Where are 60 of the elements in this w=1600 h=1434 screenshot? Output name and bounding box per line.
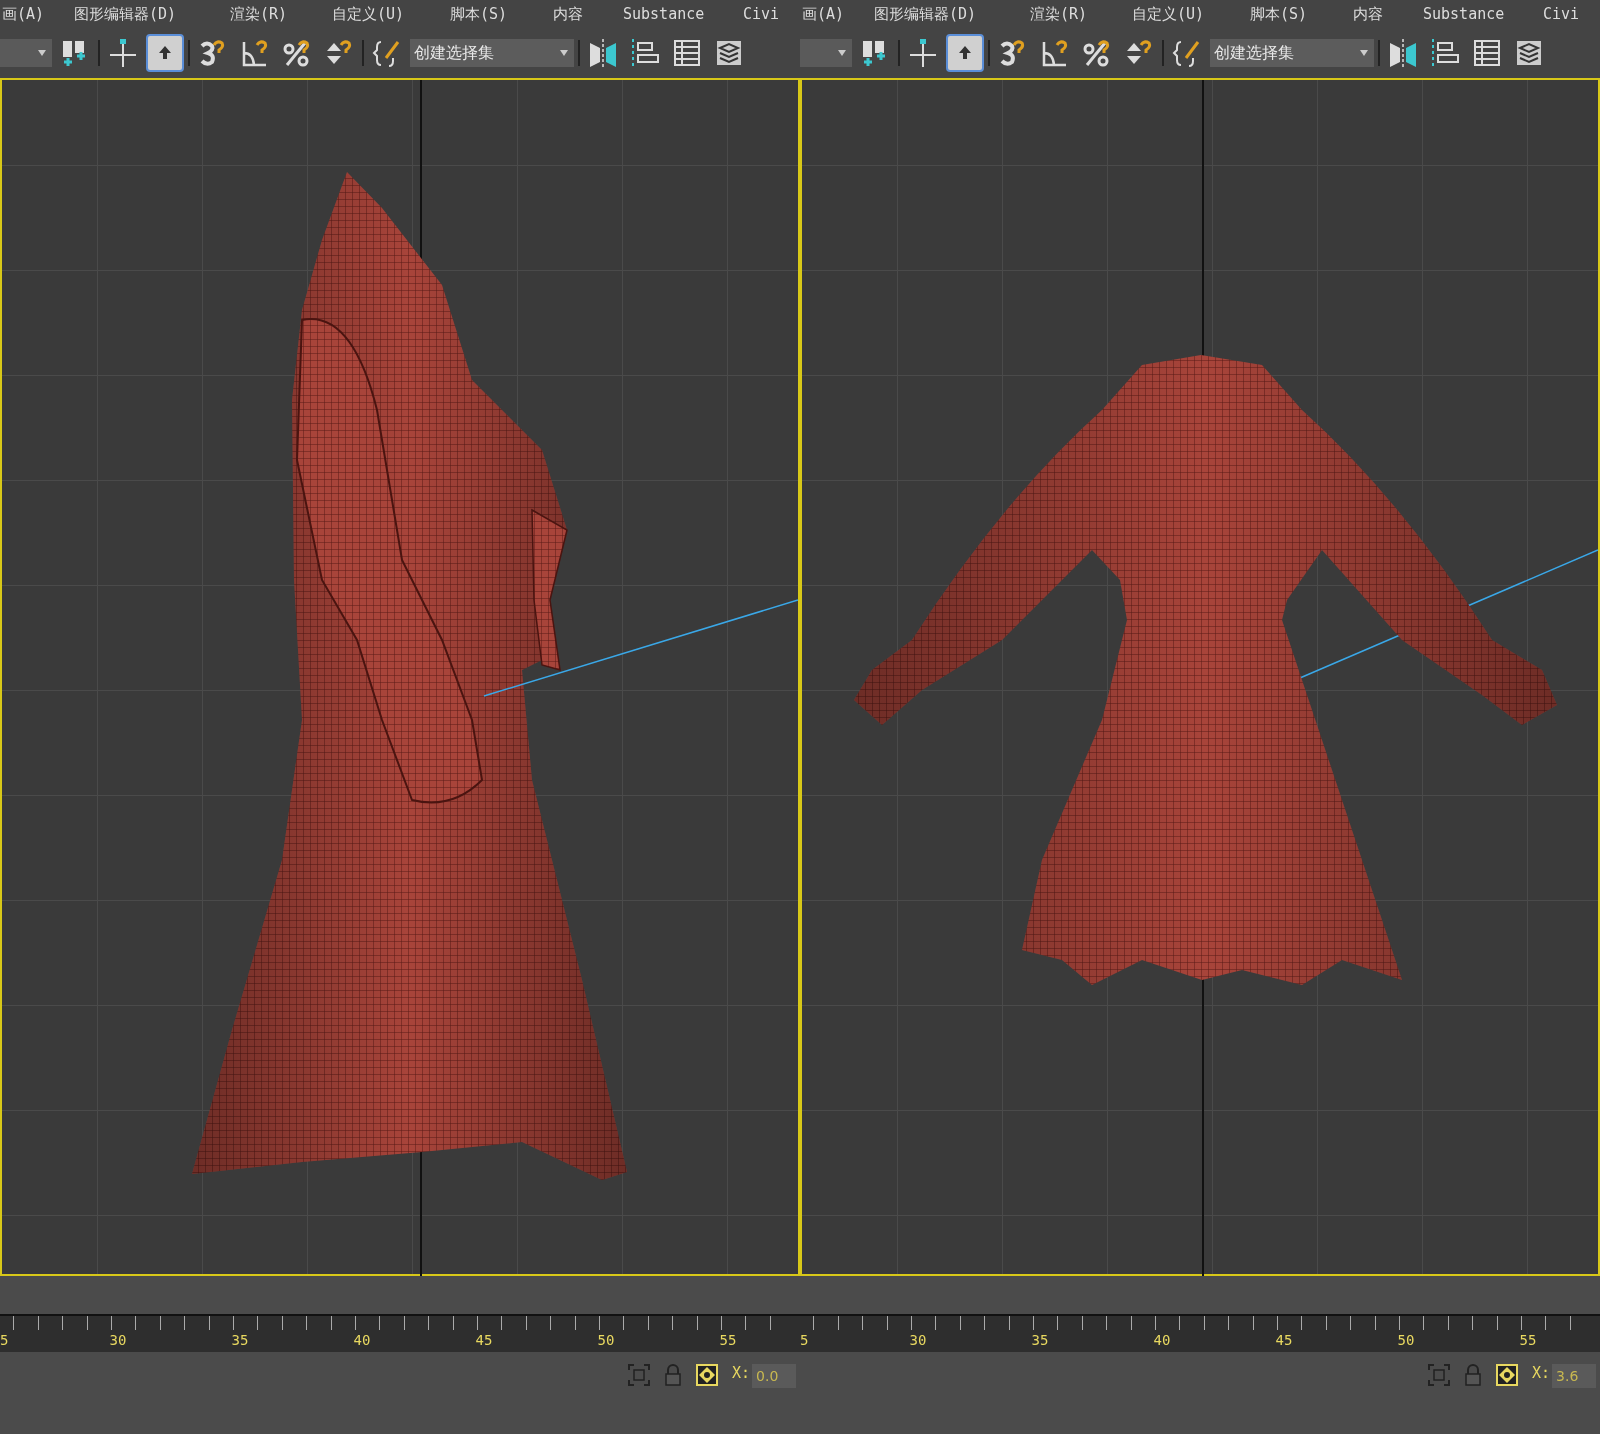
menu-item[interactable]: 内容 — [551, 4, 621, 24]
selection-set-dropdown[interactable]: 创建选择集 — [410, 39, 574, 67]
frame-number: 40 — [352, 1332, 372, 1348]
caret-icon — [1360, 50, 1368, 56]
caret-icon — [560, 50, 568, 56]
absolute-mode-icon[interactable] — [1496, 1364, 1518, 1386]
frame-number: 40 — [1152, 1332, 1172, 1348]
menu-item[interactable]: 渲染(R) — [1028, 4, 1130, 24]
table-icon — [672, 38, 702, 68]
menu-item[interactable]: Substance — [1421, 5, 1541, 23]
toolbar-button[interactable] — [946, 34, 984, 72]
frame-number: 5 — [0, 1332, 10, 1348]
menu-item[interactable]: Substance — [621, 5, 741, 23]
selection-set-text: 创建选择集 — [414, 42, 494, 64]
menu-item[interactable]: 内容 — [1351, 4, 1421, 24]
frame-number: 35 — [230, 1332, 250, 1348]
timeline-ruler[interactable]: 5 30 35 40 45 50 55 — [800, 1314, 1600, 1352]
move-icon — [907, 37, 939, 69]
mirror-icon — [587, 37, 619, 69]
selection-set-text: 创建选择集 — [1214, 42, 1294, 64]
menu-item[interactable]: 渲染(R) — [228, 4, 330, 24]
menu-item[interactable]: 自定义(U) — [1130, 4, 1248, 24]
menu-item[interactable]: 自定义(U) — [330, 4, 448, 24]
layers-icon — [714, 38, 744, 68]
named-sets-icon — [372, 38, 402, 68]
align-icon — [1429, 37, 1461, 69]
table-icon — [1472, 38, 1502, 68]
caret-icon — [838, 50, 846, 56]
dropdown-field[interactable] — [800, 39, 852, 67]
menu-item[interactable]: 图形编辑器(D) — [72, 4, 228, 24]
dropdown-field[interactable] — [0, 39, 52, 67]
frame-number: 50 — [1396, 1332, 1416, 1348]
mirror-icon — [1387, 37, 1419, 69]
menu-item[interactable]: 图形编辑器(D) — [872, 4, 1028, 24]
x-label: X: — [732, 1364, 751, 1382]
menu-item[interactable]: 画(A) — [0, 4, 72, 24]
x-label: X: — [1532, 1364, 1551, 1382]
move-icon — [107, 37, 139, 69]
timeline-ruler[interactable]: 5 30 35 40 45 50 55 — [0, 1314, 800, 1352]
frame-number: 50 — [596, 1332, 616, 1348]
absolute-mode-icon[interactable] — [696, 1364, 718, 1386]
named-sets-icon — [1172, 38, 1202, 68]
frame-number: 55 — [718, 1332, 738, 1348]
frame-number: 30 — [108, 1332, 128, 1348]
frame-number: 55 — [1518, 1332, 1538, 1348]
toolbar-button[interactable] — [146, 34, 184, 72]
menu-item[interactable]: Civi — [1541, 5, 1600, 23]
menu-item[interactable]: 脚本(S) — [448, 4, 551, 24]
frame-number: 35 — [1030, 1332, 1050, 1348]
align-icon — [629, 37, 661, 69]
frame-number: 45 — [1274, 1332, 1294, 1348]
frame-number: 30 — [908, 1332, 928, 1348]
menu-item[interactable]: 画(A) — [800, 4, 872, 24]
menu-item[interactable]: Civi — [741, 5, 800, 23]
frame-number: 45 — [474, 1332, 494, 1348]
layers-icon — [1514, 38, 1544, 68]
selection-set-dropdown[interactable]: 创建选择集 — [1210, 39, 1374, 67]
menu-item[interactable]: 脚本(S) — [1248, 4, 1351, 24]
frame-number: 5 — [800, 1332, 810, 1348]
caret-icon — [38, 50, 46, 56]
